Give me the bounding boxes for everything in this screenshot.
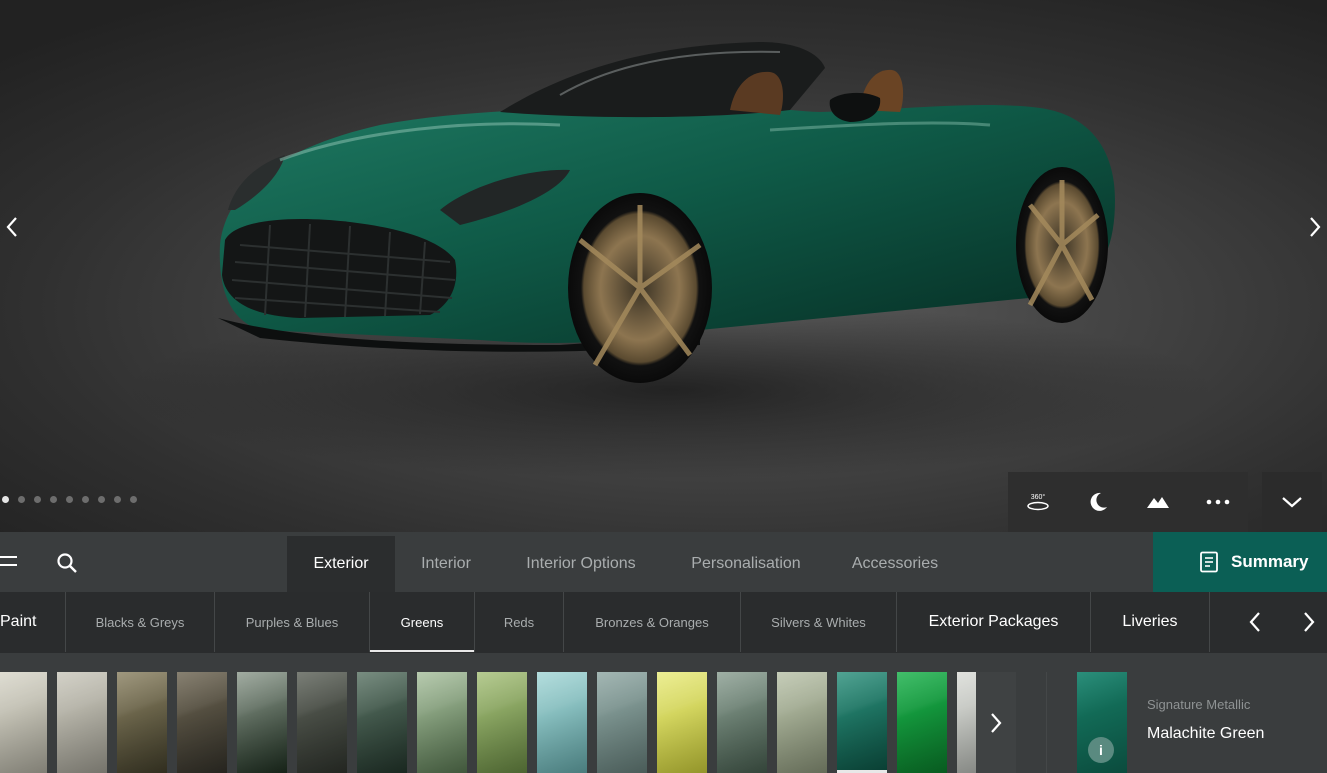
- gallery-dots[interactable]: [2, 496, 137, 503]
- category-prev-button[interactable]: [1230, 592, 1280, 652]
- chevron-right-icon: [991, 712, 1002, 733]
- color-swatch[interactable]: [837, 672, 887, 773]
- gallery-dot[interactable]: [130, 496, 137, 503]
- color-swatch[interactable]: [0, 672, 47, 773]
- search-icon: [57, 553, 77, 573]
- search-button[interactable]: [56, 552, 78, 574]
- color-swatch[interactable]: [57, 672, 107, 773]
- scene-button[interactable]: [1128, 472, 1188, 532]
- category-exterior-packages[interactable]: Exterior Packages: [897, 592, 1090, 652]
- car-image: [218, 42, 1115, 383]
- more-icon: [1206, 499, 1230, 505]
- summary-label: Summary: [1231, 552, 1309, 571]
- more-options-button[interactable]: [1188, 472, 1248, 532]
- svg-text:360°: 360°: [1031, 493, 1046, 501]
- color-swatch[interactable]: [897, 672, 947, 773]
- gallery-dot[interactable]: [114, 496, 121, 503]
- category-greens[interactable]: Greens: [370, 592, 474, 652]
- color-swatch[interactable]: [297, 672, 347, 773]
- next-image-button[interactable]: [1303, 207, 1327, 247]
- color-swatch[interactable]: [477, 672, 527, 773]
- category-liveries[interactable]: Liveries: [1091, 592, 1209, 652]
- selected-finish: Signature Metallic: [1147, 697, 1251, 712]
- divider: [1046, 672, 1047, 773]
- color-swatch[interactable]: [657, 672, 707, 773]
- tab-personalisation[interactable]: Personalisation: [672, 536, 820, 592]
- gallery-dot[interactable]: [82, 496, 89, 503]
- menu-button[interactable]: [0, 552, 20, 572]
- view-controls: 360°: [1008, 472, 1322, 532]
- gallery-dot[interactable]: [66, 496, 73, 503]
- tab-exterior[interactable]: Exterior: [287, 536, 395, 592]
- color-swatch[interactable]: [717, 672, 767, 773]
- gallery-dot[interactable]: [18, 496, 25, 503]
- gallery-dot[interactable]: [2, 496, 9, 503]
- car-viewer[interactable]: [0, 0, 1327, 532]
- category-bronzes-oranges[interactable]: Bronzes & Oranges: [564, 592, 740, 652]
- moon-icon: [1090, 492, 1107, 511]
- view-360-button[interactable]: 360°: [1008, 472, 1068, 532]
- swatch-next-button[interactable]: [976, 672, 1016, 773]
- category-blacks-greys[interactable]: Blacks & Greys: [66, 592, 214, 652]
- color-swatch[interactable]: [417, 672, 467, 773]
- color-swatch[interactable]: [957, 672, 976, 773]
- category-reds[interactable]: Reds: [475, 592, 563, 652]
- color-swatch[interactable]: [237, 672, 287, 773]
- category-purples-blues[interactable]: Purples & Blues: [215, 592, 369, 652]
- gallery-dot[interactable]: [50, 496, 57, 503]
- mountain-icon: [1147, 497, 1169, 508]
- category-silvers-whites[interactable]: Silvers & Whites: [741, 592, 896, 652]
- color-swatch[interactable]: [117, 672, 167, 773]
- color-swatch[interactable]: [177, 672, 227, 773]
- chevron-right-icon: [1310, 217, 1321, 237]
- color-swatch[interactable]: [597, 672, 647, 773]
- chevron-right-icon: [1303, 612, 1314, 632]
- tab-interior-options[interactable]: Interior Options: [505, 536, 657, 592]
- main-tabs-bar: [0, 532, 1327, 592]
- night-mode-button[interactable]: [1068, 472, 1128, 532]
- chevron-down-icon: [1282, 497, 1302, 508]
- info-button[interactable]: i: [1088, 737, 1114, 763]
- tab-accessories[interactable]: Accessories: [835, 536, 955, 592]
- summary-button[interactable]: Summary: [1153, 532, 1327, 592]
- 360-icon: 360°: [1027, 493, 1049, 511]
- category-paint[interactable]: Paint: [0, 592, 36, 652]
- category-next-button[interactable]: [1290, 592, 1327, 652]
- color-swatch[interactable]: [537, 672, 587, 773]
- color-swatch[interactable]: [357, 672, 407, 773]
- hamburger-icon: [0, 556, 17, 566]
- gallery-dot[interactable]: [34, 496, 41, 503]
- tab-interior[interactable]: Interior: [400, 536, 492, 592]
- document-icon: [1200, 551, 1218, 573]
- divider: [1209, 592, 1210, 652]
- selected-color-name: Malachite Green: [1147, 725, 1265, 742]
- color-swatch[interactable]: [777, 672, 827, 773]
- collapse-button[interactable]: [1262, 472, 1322, 532]
- gallery-dot[interactable]: [98, 496, 105, 503]
- prev-image-button[interactable]: [0, 207, 24, 247]
- chevron-left-icon: [6, 217, 17, 237]
- chevron-left-icon: [1249, 612, 1260, 632]
